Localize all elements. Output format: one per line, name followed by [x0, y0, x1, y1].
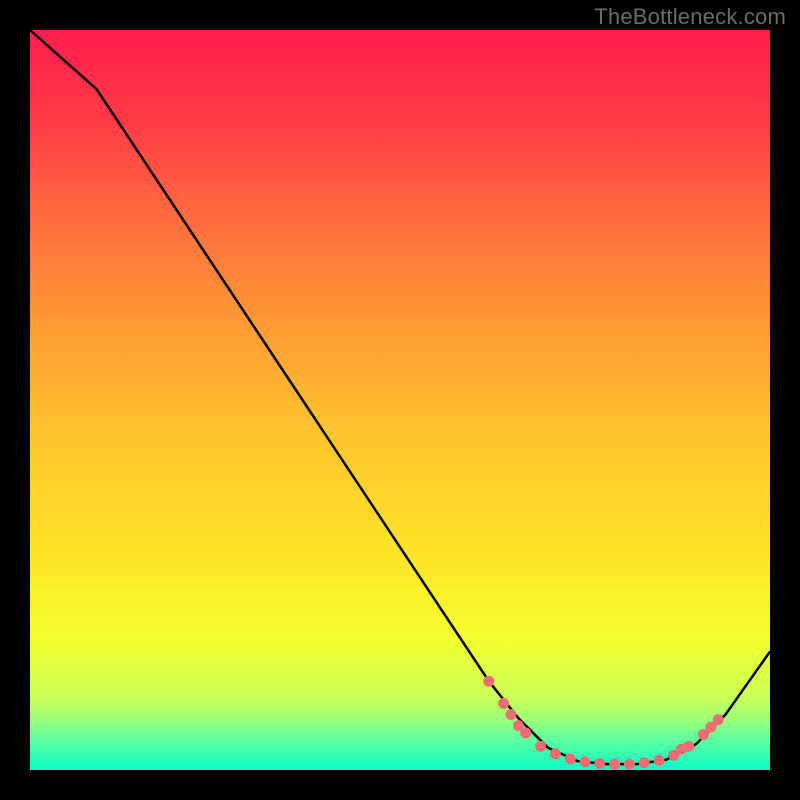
chart-marker [654, 755, 665, 766]
chart-marker [609, 759, 620, 770]
chart-marker [580, 756, 591, 767]
chart-figure: TheBottleneck.com [0, 0, 800, 800]
chart-marker [594, 758, 605, 769]
chart-marker [550, 748, 561, 759]
chart-marker [565, 753, 576, 764]
chart-marker [498, 698, 509, 709]
chart-marker [483, 676, 494, 687]
chart-marker [520, 728, 531, 739]
chart-marker [506, 709, 517, 720]
chart-marker [713, 714, 724, 725]
chart-marker [624, 759, 635, 770]
chart-marker [683, 741, 694, 752]
chart-marker [639, 757, 650, 768]
chart-canvas [0, 0, 800, 800]
plot-background [30, 30, 770, 770]
chart-marker [535, 741, 546, 752]
watermark-text: TheBottleneck.com [594, 4, 786, 30]
